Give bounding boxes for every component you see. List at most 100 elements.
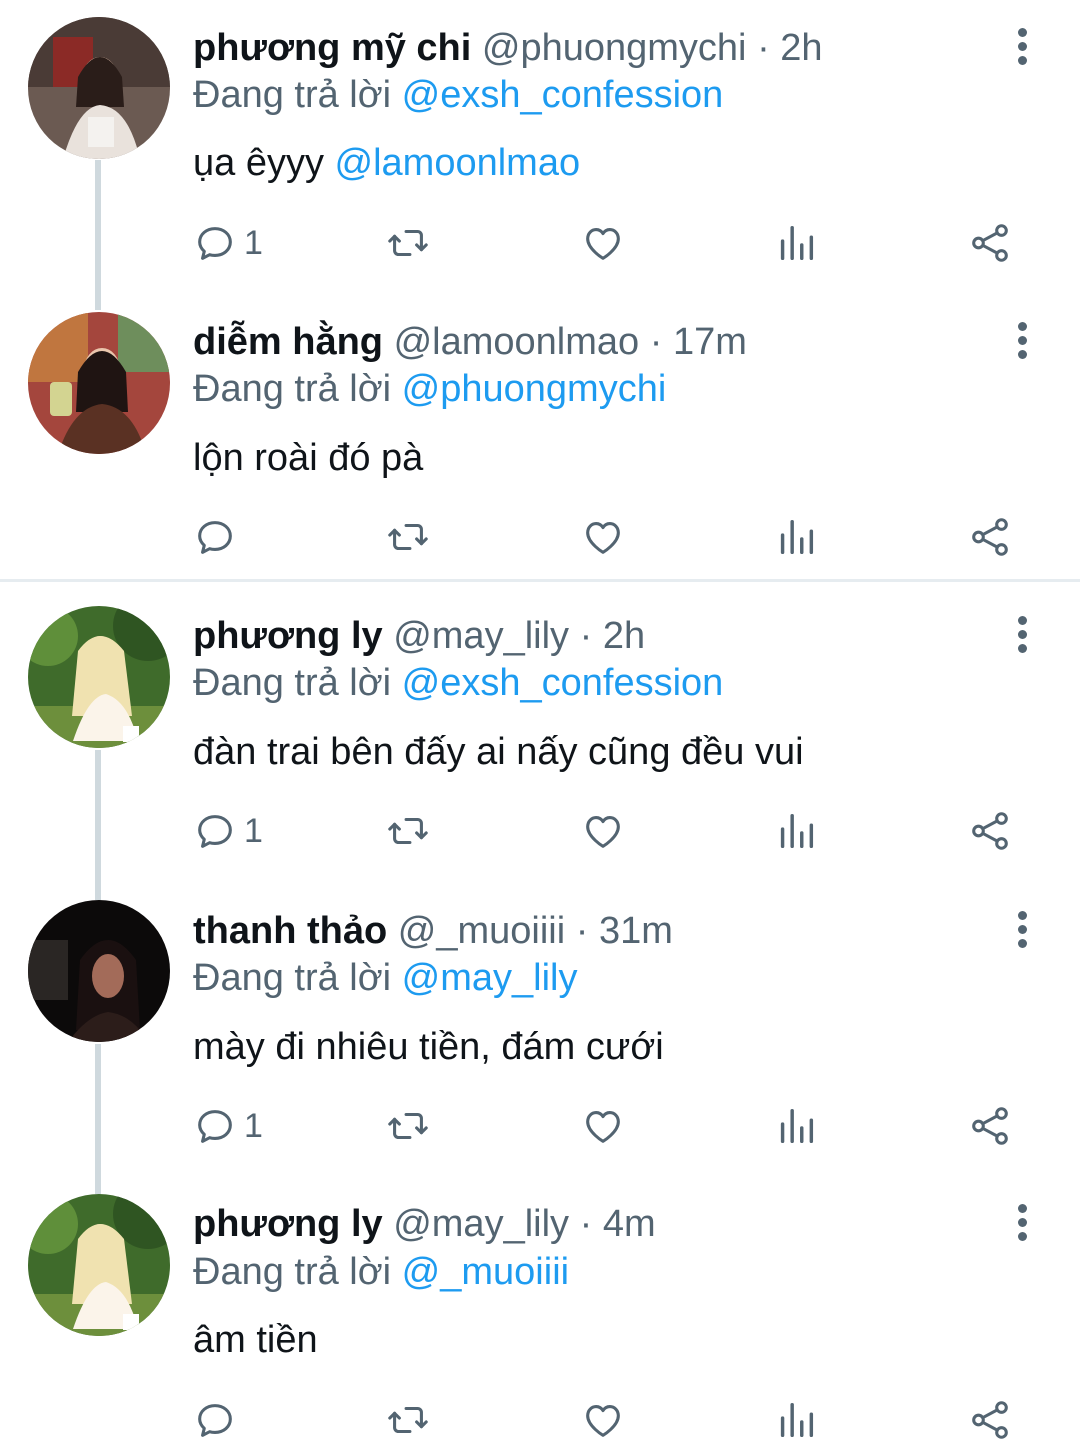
like-button[interactable] bbox=[580, 801, 626, 861]
more-icon[interactable] bbox=[1004, 1198, 1040, 1258]
avatar[interactable] bbox=[28, 17, 170, 159]
views-button[interactable] bbox=[773, 1390, 819, 1450]
replying-to: Đang trả lời @_muoiiii bbox=[193, 1250, 569, 1294]
share-button[interactable] bbox=[967, 1390, 1013, 1450]
views-icon bbox=[780, 1108, 814, 1144]
tweet-text: lộn roài đó pà bbox=[193, 436, 423, 480]
reply-button[interactable] bbox=[192, 1390, 238, 1450]
share-button[interactable] bbox=[967, 213, 1013, 273]
retweet-button[interactable] bbox=[385, 801, 431, 861]
separator: · bbox=[575, 910, 589, 952]
retweet-icon bbox=[388, 523, 428, 551]
reply-button[interactable]: 1 bbox=[192, 801, 263, 861]
like-button[interactable] bbox=[580, 213, 626, 273]
views-button[interactable] bbox=[773, 213, 819, 273]
handle[interactable]: @_muoiiii bbox=[398, 910, 565, 952]
like-icon bbox=[586, 228, 620, 260]
timestamp[interactable]: 17m bbox=[673, 321, 747, 363]
tweet-header: diễm hằng @lamoonlmao · 17m bbox=[193, 320, 747, 364]
tweet-mention[interactable]: @lamoonlmao bbox=[335, 142, 581, 184]
avatar-image bbox=[28, 312, 170, 454]
replying-to-mention[interactable]: @exsh_confession bbox=[402, 662, 724, 704]
display-name[interactable]: phương ly bbox=[193, 1203, 383, 1245]
replying-to-mention[interactable]: @phuongmychi bbox=[402, 368, 667, 410]
like-icon bbox=[586, 1111, 620, 1143]
timestamp[interactable]: 2h bbox=[603, 615, 645, 657]
reply-icon bbox=[198, 1110, 232, 1143]
display-name[interactable]: thanh thảo bbox=[193, 910, 387, 952]
reply-button[interactable]: 1 bbox=[192, 1096, 263, 1156]
replying-to-label: Đang trả lời bbox=[193, 957, 392, 999]
share-button[interactable] bbox=[967, 1096, 1013, 1156]
like-button[interactable] bbox=[580, 1390, 626, 1450]
thread-divider bbox=[0, 579, 1080, 582]
share-icon bbox=[972, 1107, 1008, 1145]
views-icon bbox=[780, 519, 814, 555]
retweet-icon bbox=[388, 229, 428, 257]
reply-icon bbox=[198, 521, 232, 554]
avatar[interactable] bbox=[28, 312, 170, 454]
tweet-header: phương ly @may_lily · 4m bbox=[193, 1202, 656, 1246]
replying-to-mention[interactable]: @exsh_confession bbox=[402, 74, 724, 116]
tweet-text: ụa êyyy @lamoonlmao bbox=[193, 141, 580, 185]
replying-to-mention[interactable]: @may_lily bbox=[402, 957, 578, 999]
more-icon[interactable] bbox=[1004, 610, 1040, 670]
handle[interactable]: @may_lily bbox=[393, 615, 569, 657]
retweet-button[interactable] bbox=[385, 1390, 431, 1450]
views-button[interactable] bbox=[773, 507, 819, 567]
like-button[interactable] bbox=[580, 1096, 626, 1156]
reply-button[interactable]: 1 bbox=[192, 213, 263, 273]
replying-to-label: Đang trả lời bbox=[193, 662, 392, 704]
views-icon bbox=[780, 1402, 814, 1438]
timestamp[interactable]: 31m bbox=[599, 910, 673, 952]
action-bar bbox=[0, 1390, 1080, 1450]
handle[interactable]: @lamoonlmao bbox=[394, 321, 640, 363]
retweet-button[interactable] bbox=[385, 1096, 431, 1156]
replying-to-label: Đang trả lời bbox=[193, 368, 392, 410]
replying-to: Đang trả lời @exsh_confession bbox=[193, 661, 723, 705]
separator: · bbox=[649, 321, 663, 363]
replying-to-label: Đang trả lời bbox=[193, 74, 392, 116]
tweet-text-content: đàn trai bên đấy ai nấy cũng đều vui bbox=[193, 731, 804, 773]
timestamp[interactable]: 4m bbox=[603, 1203, 656, 1245]
display-name[interactable]: diễm hằng bbox=[193, 321, 383, 363]
views-button[interactable] bbox=[773, 801, 819, 861]
handle[interactable]: @may_lily bbox=[393, 1203, 569, 1245]
views-button[interactable] bbox=[773, 1096, 819, 1156]
reply-icon bbox=[198, 227, 232, 260]
retweet-button[interactable] bbox=[385, 213, 431, 273]
like-button[interactable] bbox=[580, 507, 626, 567]
replying-to-label: Đang trả lời bbox=[193, 1251, 392, 1293]
handle[interactable]: @phuongmychi bbox=[482, 27, 747, 69]
replying-to-mention[interactable]: @_muoiiii bbox=[402, 1251, 569, 1293]
retweet-button[interactable] bbox=[385, 507, 431, 567]
avatar-image bbox=[28, 17, 170, 159]
display-name[interactable]: phương mỹ chi bbox=[193, 27, 471, 69]
like-icon bbox=[586, 816, 620, 848]
retweet-icon bbox=[388, 817, 428, 845]
separator: · bbox=[757, 27, 770, 69]
tweet-text: mày đi nhiêu tiền, đám cưới bbox=[193, 1025, 664, 1069]
replying-to: Đang trả lời @exsh_confession bbox=[193, 73, 723, 117]
avatar-image bbox=[28, 900, 170, 1042]
more-icon[interactable] bbox=[1004, 22, 1040, 82]
more-icon[interactable] bbox=[1004, 316, 1040, 376]
reply-count: 1 bbox=[244, 223, 263, 262]
tweet-text-content: mày đi nhiêu tiền, đám cưới bbox=[193, 1026, 664, 1068]
replying-to: Đang trả lời @may_lily bbox=[193, 956, 578, 1000]
avatar[interactable] bbox=[28, 900, 170, 1042]
more-icon[interactable] bbox=[1004, 905, 1040, 965]
display-name[interactable]: phương ly bbox=[193, 615, 383, 657]
avatar[interactable] bbox=[28, 1194, 170, 1336]
reply-button[interactable] bbox=[192, 507, 238, 567]
views-icon bbox=[780, 225, 814, 261]
share-button[interactable] bbox=[967, 507, 1013, 567]
like-icon bbox=[586, 1405, 620, 1437]
tweet-text-content: ụa êyyy bbox=[193, 142, 324, 184]
timestamp[interactable]: 2h bbox=[780, 27, 822, 69]
reply-icon bbox=[198, 1404, 232, 1437]
share-button[interactable] bbox=[967, 801, 1013, 861]
reply-icon bbox=[198, 815, 232, 848]
avatar[interactable] bbox=[28, 606, 170, 748]
share-icon bbox=[972, 1401, 1008, 1439]
